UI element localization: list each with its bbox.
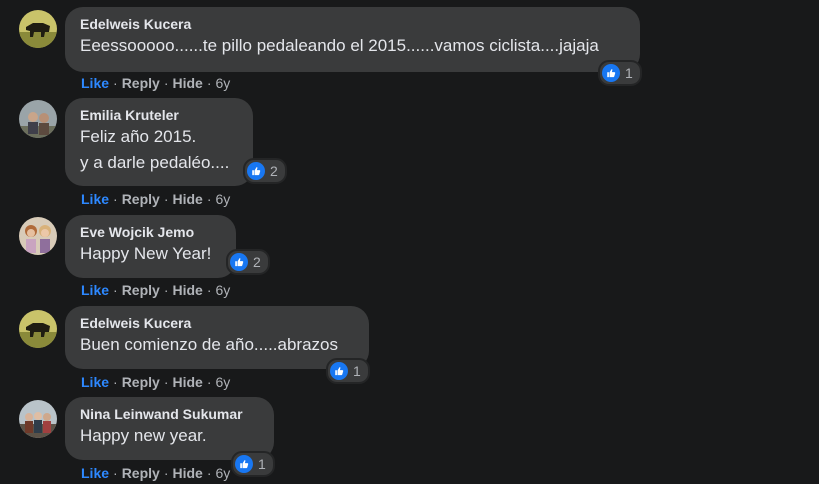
- like-link[interactable]: Like: [81, 465, 109, 481]
- timestamp[interactable]: 6y: [216, 465, 231, 481]
- comment-actions: Like · Reply · Hide · 6y: [81, 465, 231, 481]
- thumbs-up-icon: [235, 455, 253, 473]
- reply-link[interactable]: Reply: [122, 465, 160, 481]
- avatar[interactable]: [19, 400, 57, 438]
- comment-author[interactable]: Nina Leinwand Sukumar: [80, 405, 260, 423]
- comment-text: Happy new year.: [80, 426, 207, 445]
- reaction-count[interactable]: 1: [231, 451, 275, 477]
- comment: Nina Leinwand Sukumar Happy new year. 1 …: [0, 0, 819, 484]
- hide-link[interactable]: Hide: [172, 465, 202, 481]
